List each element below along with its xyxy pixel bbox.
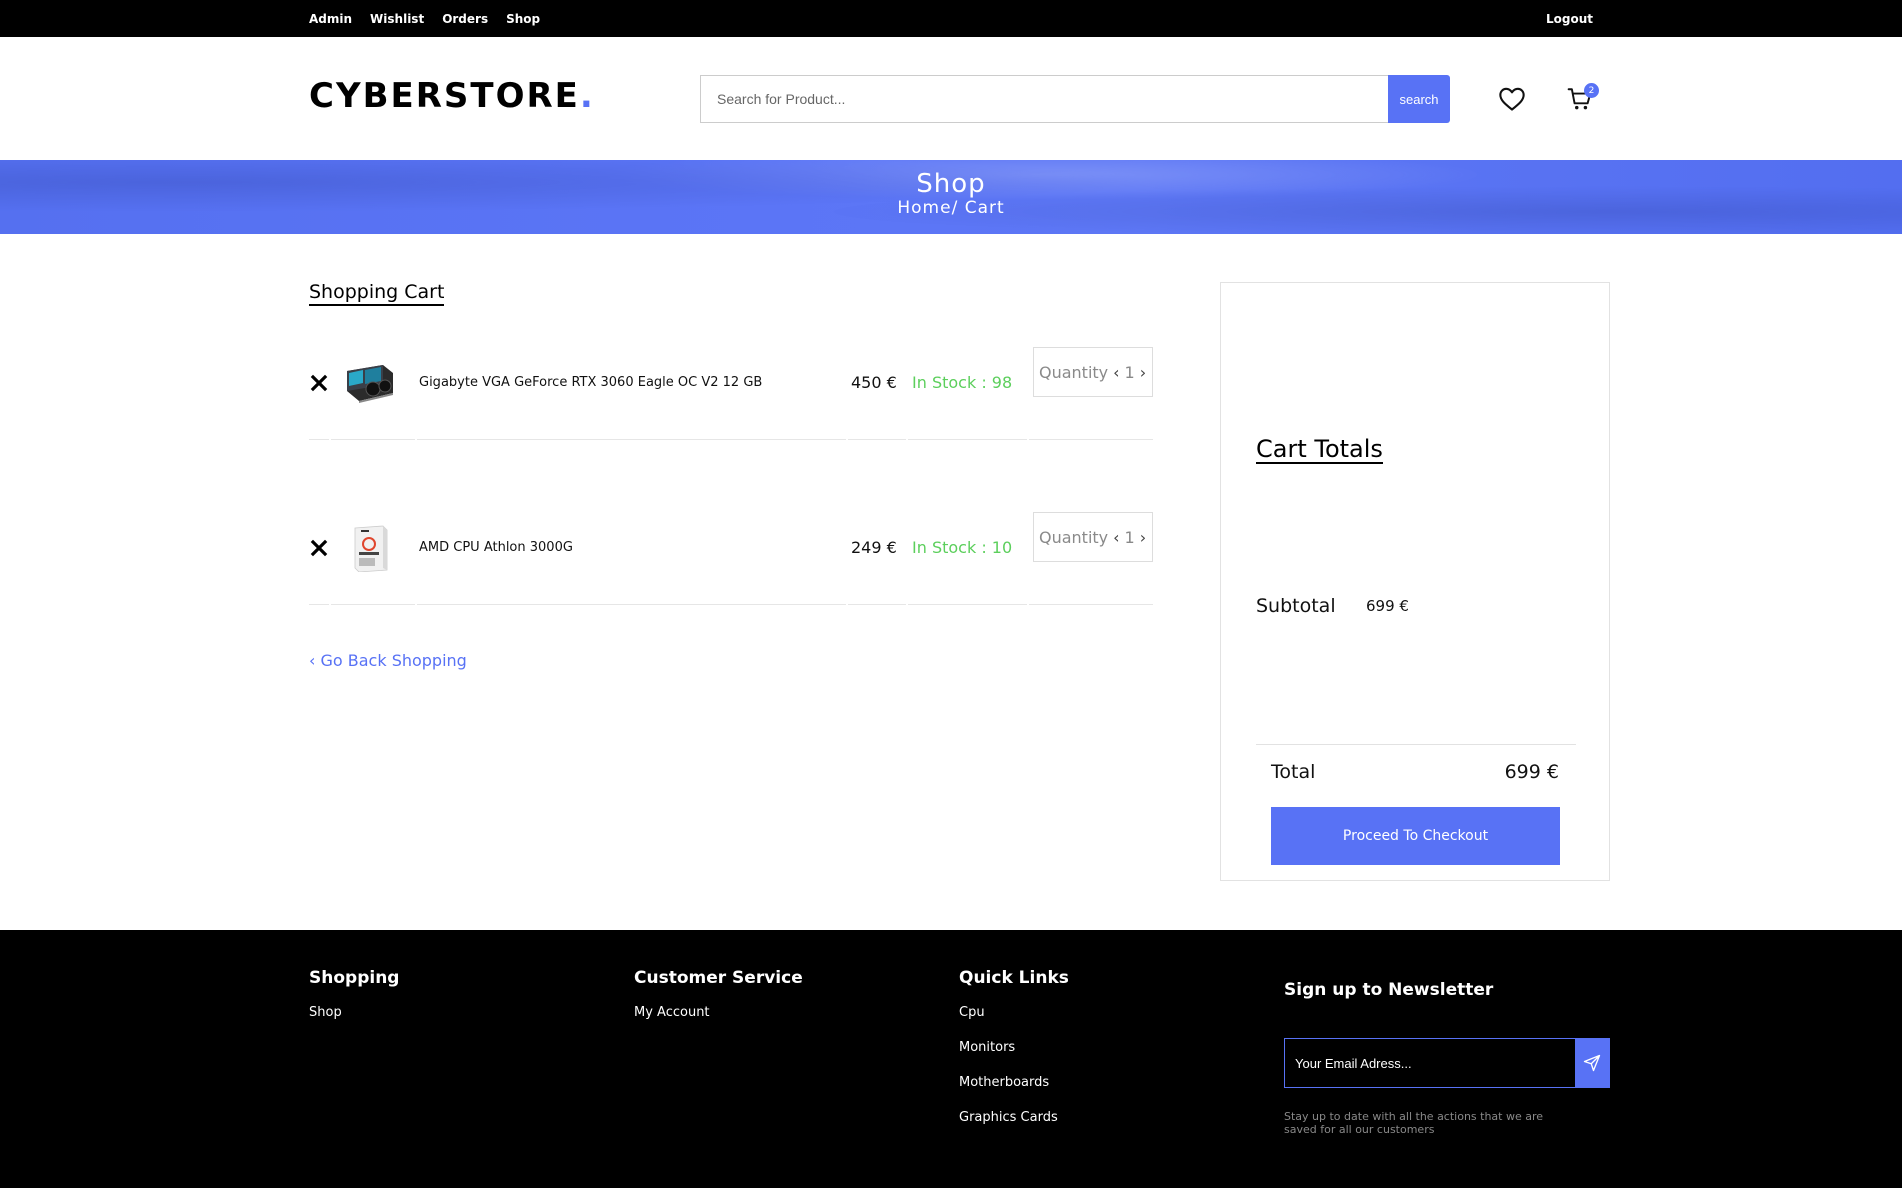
top-nav-admin[interactable]: Admin xyxy=(309,12,352,26)
go-back-label: Go Back Shopping xyxy=(320,651,467,670)
product-price: 249 € xyxy=(851,538,897,557)
top-nav-wishlist[interactable]: Wishlist xyxy=(370,12,424,26)
logout-link[interactable]: Logout xyxy=(1546,0,1593,37)
heart-icon[interactable] xyxy=(1498,86,1526,112)
stock-status: In Stock : 10 xyxy=(912,538,1013,557)
product-name[interactable]: AMD CPU Athlon 3000G xyxy=(419,540,573,555)
go-back-shopping-link[interactable]: ‹ Go Back Shopping xyxy=(309,651,467,670)
total-value: 699 € xyxy=(1504,761,1559,783)
search-bar: search xyxy=(700,75,1450,123)
footer-link-graphics-cards[interactable]: Graphics Cards xyxy=(959,1110,1069,1125)
cart-count-badge: 2 xyxy=(1584,83,1599,98)
chevron-left-icon[interactable]: ‹ xyxy=(1113,363,1119,382)
top-nav-orders[interactable]: Orders xyxy=(442,12,488,26)
logo-text: CYBERSTORE xyxy=(309,76,580,116)
footer-link-cpu[interactable]: Cpu xyxy=(959,1005,1069,1020)
subtotal-value: 699 € xyxy=(1366,597,1409,615)
newsletter-submit-button[interactable] xyxy=(1575,1039,1609,1087)
cart-row: Gigabyte VGA GeForce RTX 3060 Eagle OC V… xyxy=(309,334,1153,444)
footer: Shopping Shop Customer Service My Accoun… xyxy=(0,930,1902,1188)
search-button[interactable]: search xyxy=(1388,75,1450,123)
page-title: Shop xyxy=(916,169,986,199)
quantity-value[interactable]: 1 xyxy=(1125,363,1135,382)
quantity-stepper: Quantity ‹ 1 › xyxy=(1033,512,1153,562)
newsletter-form xyxy=(1284,1038,1610,1088)
quantity-value[interactable]: 1 xyxy=(1125,528,1135,547)
footer-customer-service-heading: Customer Service xyxy=(634,968,803,988)
cart-totals-panel: Cart Totals Subtotal 699 € Total 699 € P… xyxy=(1220,282,1610,881)
newsletter-email-input[interactable] xyxy=(1285,1039,1575,1087)
footer-quick-links-heading: Quick Links xyxy=(959,968,1069,988)
remove-item-icon[interactable] xyxy=(310,374,328,392)
totals-divider xyxy=(1256,744,1576,745)
footer-link-my-account[interactable]: My Account xyxy=(634,1005,803,1020)
top-nav-shop[interactable]: Shop xyxy=(506,12,540,26)
total-label: Total xyxy=(1271,761,1316,783)
proceed-to-checkout-button[interactable]: Proceed To Checkout xyxy=(1271,807,1560,865)
stock-status: In Stock : 98 xyxy=(912,373,1013,392)
store-logo[interactable]: CYBERSTORE. xyxy=(309,76,595,116)
footer-customer-service-column: Customer Service My Account xyxy=(634,968,803,1040)
newsletter-note: Stay up to date with all the actions tha… xyxy=(1284,1110,1544,1137)
cart-row: AMD CPU Athlon 3000G 249 € In Stock : 10… xyxy=(309,499,1153,609)
quantity-label: Quantity xyxy=(1039,362,1109,382)
footer-link-motherboards[interactable]: Motherboards xyxy=(959,1075,1069,1090)
footer-shopping-column: Shopping Shop xyxy=(309,968,399,1040)
footer-quick-links-column: Quick Links Cpu Monitors Motherboards Gr… xyxy=(959,968,1069,1145)
top-bar: Admin Wishlist Orders Shop Logout xyxy=(0,0,1902,37)
page-banner: Shop Home/ Cart xyxy=(0,160,1902,234)
quantity-label: Quantity xyxy=(1039,527,1109,547)
product-name[interactable]: Gigabyte VGA GeForce RTX 3060 Eagle OC V… xyxy=(419,375,762,390)
quantity-stepper: Quantity ‹ 1 › xyxy=(1033,347,1153,397)
footer-link-monitors[interactable]: Monitors xyxy=(959,1040,1069,1055)
product-thumbnail-gpu[interactable] xyxy=(343,359,397,407)
shopping-cart-heading: Shopping Cart xyxy=(309,281,445,306)
search-input[interactable] xyxy=(700,75,1388,123)
footer-shopping-heading: Shopping xyxy=(309,968,400,988)
breadcrumb: Home/ Cart xyxy=(897,198,1005,218)
row-divider xyxy=(309,604,1153,605)
logo-dot: . xyxy=(579,76,595,116)
footer-link-shop[interactable]: Shop xyxy=(309,1005,399,1020)
subtotal-label: Subtotal xyxy=(1256,595,1336,617)
newsletter-heading: Sign up to Newsletter xyxy=(1284,980,1494,1000)
chevron-right-icon[interactable]: › xyxy=(1140,363,1146,382)
cart-totals-heading: Cart Totals xyxy=(1256,435,1383,465)
product-price: 450 € xyxy=(851,373,897,392)
send-icon xyxy=(1583,1054,1601,1072)
row-divider xyxy=(309,439,1153,440)
product-thumbnail-cpu[interactable] xyxy=(343,524,397,572)
top-nav: Admin Wishlist Orders Shop xyxy=(309,0,540,37)
chevron-right-icon[interactable]: › xyxy=(1140,528,1146,547)
chevron-left-icon: ‹ xyxy=(309,651,321,670)
chevron-left-icon[interactable]: ‹ xyxy=(1113,528,1119,547)
remove-item-icon[interactable] xyxy=(310,539,328,557)
